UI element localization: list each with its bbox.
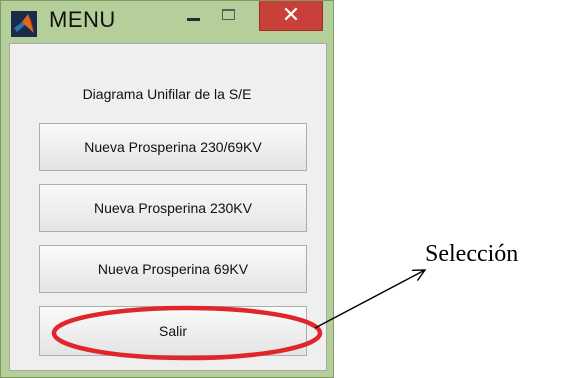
screenshot-stage: MENU ✕ Diagrama Unifilar de la S/E Nueva…	[0, 0, 579, 378]
window-title: MENU	[49, 7, 116, 32]
nueva-prosperina-69kv-button[interactable]: Nueva Prosperina 69KV	[39, 245, 307, 293]
nueva-prosperina-230-69kv-button[interactable]: Nueva Prosperina 230/69KV	[39, 123, 307, 171]
maximize-button[interactable]	[211, 1, 245, 31]
minimize-button[interactable]	[176, 1, 210, 31]
diagram-heading: Diagrama Unifilar de la S/E	[82, 86, 252, 102]
maximize-icon	[221, 8, 235, 20]
nueva-prosperina-230kv-button[interactable]: Nueva Prosperina 230KV	[39, 184, 307, 232]
salir-button[interactable]: Salir	[39, 306, 307, 356]
annotation-label: Selección	[425, 241, 519, 267]
close-button[interactable]: ✕	[259, 1, 323, 31]
matlab-logo-icon	[11, 11, 37, 37]
close-icon: ✕	[281, 2, 301, 28]
minimize-icon	[186, 17, 200, 21]
title-bar[interactable]: MENU ✕	[1, 1, 335, 43]
